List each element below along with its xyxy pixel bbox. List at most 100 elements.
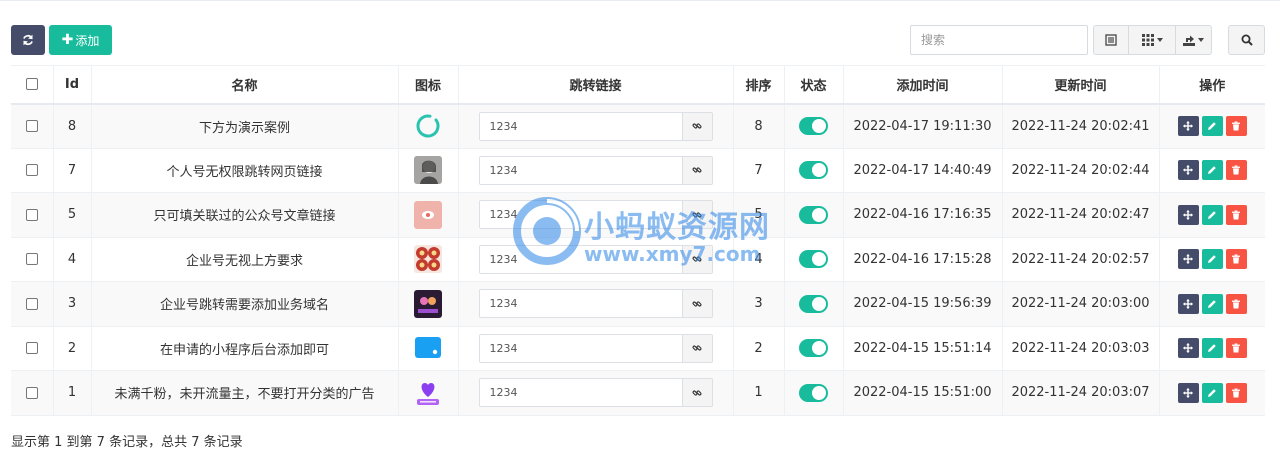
plus-icon: ✚ xyxy=(61,32,74,48)
col-created-header[interactable]: 添加时间 xyxy=(843,65,1003,105)
loading-ring-icon xyxy=(416,114,440,138)
edit-button[interactable] xyxy=(1201,293,1223,314)
trash-icon xyxy=(1232,121,1241,131)
refresh-button[interactable] xyxy=(11,25,45,55)
open-link-button[interactable] xyxy=(681,379,712,407)
table-row[interactable]: 3 企业号跳转需要添加业务域名 1234 3 2022-04-15 19:56:39 20… xyxy=(11,281,1265,327)
link-input[interactable]: 1234 xyxy=(478,111,713,141)
toggle-view-button[interactable] xyxy=(1094,26,1129,54)
link-input[interactable]: 1234 xyxy=(478,155,713,185)
table-row[interactable]: 8 下方为演示案例 1234 8 2022-04-17 19:11:30 2022-11-… xyxy=(11,103,1265,149)
open-link-button[interactable] xyxy=(681,156,712,184)
delete-button[interactable] xyxy=(1225,249,1247,270)
status-toggle[interactable] xyxy=(799,339,828,358)
add-button[interactable]: ✚ 添加 xyxy=(49,25,112,55)
status-toggle[interactable] xyxy=(799,205,828,224)
row-select-cell xyxy=(11,326,54,371)
edit-button[interactable] xyxy=(1201,116,1223,136)
link-input[interactable]: 1234 xyxy=(478,333,713,363)
row-icon-cell xyxy=(398,192,459,238)
open-link-button[interactable] xyxy=(681,112,712,140)
col-sort-header[interactable]: 排序 xyxy=(733,65,785,105)
link-input[interactable]: 1234 xyxy=(478,289,713,319)
row-checkbox[interactable] xyxy=(25,253,38,266)
open-link-button[interactable] xyxy=(681,290,712,318)
table-row[interactable]: 7 个人号无权限跳转网页链接 1234 7 2022-04-17 14:40:49 202… xyxy=(11,148,1265,193)
edit-button[interactable] xyxy=(1201,382,1223,403)
row-checkbox[interactable] xyxy=(25,342,38,355)
row-name: 只可填关联过的公众号文章链接 xyxy=(91,192,399,238)
col-id-header[interactable]: Id xyxy=(53,65,92,105)
list-view-icon xyxy=(1105,34,1117,46)
drag-button[interactable] xyxy=(1177,249,1199,270)
row-sort: 7 xyxy=(733,148,785,193)
col-updated-header[interactable]: 更新时间 xyxy=(1002,65,1160,105)
edit-button[interactable] xyxy=(1201,160,1223,181)
pencil-icon xyxy=(1208,122,1217,130)
row-updated: 2022-11-24 20:03:03 xyxy=(1002,326,1160,371)
row-status-cell xyxy=(784,148,844,193)
row-updated: 2022-11-24 20:03:07 xyxy=(1002,370,1160,416)
col-icon-header: 图标 xyxy=(398,65,459,105)
delete-button[interactable] xyxy=(1225,204,1247,225)
row-select-cell xyxy=(11,103,54,149)
move-arrows-icon xyxy=(1183,343,1194,354)
row-checkbox[interactable] xyxy=(25,164,38,177)
admin-list-page: ✚ 添加 搜索 Id 名称 图标 跳转链接 排序 状态 添加时间 更新时间 操作… xyxy=(0,0,1280,472)
export-icon xyxy=(1183,35,1195,46)
row-id: 2 xyxy=(53,326,92,371)
status-toggle[interactable] xyxy=(799,250,828,269)
export-button[interactable] xyxy=(1176,26,1211,54)
delete-button[interactable] xyxy=(1225,116,1247,136)
row-ops-cell xyxy=(1159,326,1265,371)
link-input[interactable]: 1234 xyxy=(478,378,713,408)
table-row[interactable]: 1 未满千粉，未开流量主，不要打开分类的广告 1234 1 2022-04-15 15:… xyxy=(11,370,1265,416)
table-row[interactable]: 5 只可填关联过的公众号文章链接 1234 5 2022-04-16 17:16:35 2… xyxy=(11,192,1265,238)
status-toggle[interactable] xyxy=(799,161,828,180)
columns-button[interactable] xyxy=(1129,26,1176,54)
link-icon xyxy=(692,123,702,129)
delete-button[interactable] xyxy=(1225,160,1247,181)
row-link-cell: 1234 xyxy=(458,192,734,238)
search-input[interactable] xyxy=(910,25,1088,55)
link-icon xyxy=(692,390,702,396)
status-toggle[interactable] xyxy=(799,117,828,135)
open-link-button[interactable] xyxy=(681,201,712,229)
open-link-button[interactable] xyxy=(681,245,712,273)
trash-icon xyxy=(1232,388,1241,398)
drag-button[interactable] xyxy=(1177,293,1199,314)
status-toggle[interactable] xyxy=(799,294,828,313)
link-input[interactable]: 1234 xyxy=(478,244,713,274)
drag-button[interactable] xyxy=(1177,160,1199,181)
delete-button[interactable] xyxy=(1225,382,1247,403)
status-toggle[interactable] xyxy=(799,383,828,402)
row-checkbox[interactable] xyxy=(25,208,38,221)
advanced-search-button[interactable] xyxy=(1228,25,1265,55)
open-link-button[interactable] xyxy=(681,334,712,362)
row-checkbox[interactable] xyxy=(25,120,38,132)
select-all-checkbox[interactable] xyxy=(25,78,38,91)
row-checkbox[interactable] xyxy=(25,297,38,310)
row-sort: 8 xyxy=(733,103,785,149)
row-icon-cell xyxy=(398,237,459,282)
delete-button[interactable] xyxy=(1225,293,1247,314)
table-row[interactable]: 4 企业号无视上方要求 1234 4 2022-04-16 17:15:28 2022-1… xyxy=(11,237,1265,282)
link-icon xyxy=(692,256,702,262)
drag-button[interactable] xyxy=(1177,382,1199,403)
edit-button[interactable] xyxy=(1201,204,1223,225)
row-checkbox[interactable] xyxy=(25,386,38,399)
move-arrows-icon xyxy=(1183,254,1194,265)
drag-button[interactable] xyxy=(1177,116,1199,136)
delete-button[interactable] xyxy=(1225,338,1247,359)
edit-button[interactable] xyxy=(1201,249,1223,270)
row-name: 企业号跳转需要添加业务域名 xyxy=(91,281,399,327)
chevron-down-icon xyxy=(1198,38,1204,42)
link-input[interactable]: 1234 xyxy=(478,200,713,230)
table-row[interactable]: 2 在申请的小程序后台添加即可 1234 2 2022-04-15 15:51:14 20… xyxy=(11,326,1265,371)
drag-button[interactable] xyxy=(1177,204,1199,225)
drag-button[interactable] xyxy=(1177,338,1199,359)
row-updated: 2022-11-24 20:02:57 xyxy=(1002,237,1160,282)
col-name-header[interactable]: 名称 xyxy=(91,65,399,105)
edit-button[interactable] xyxy=(1201,338,1223,359)
row-icon-cell xyxy=(398,326,459,371)
